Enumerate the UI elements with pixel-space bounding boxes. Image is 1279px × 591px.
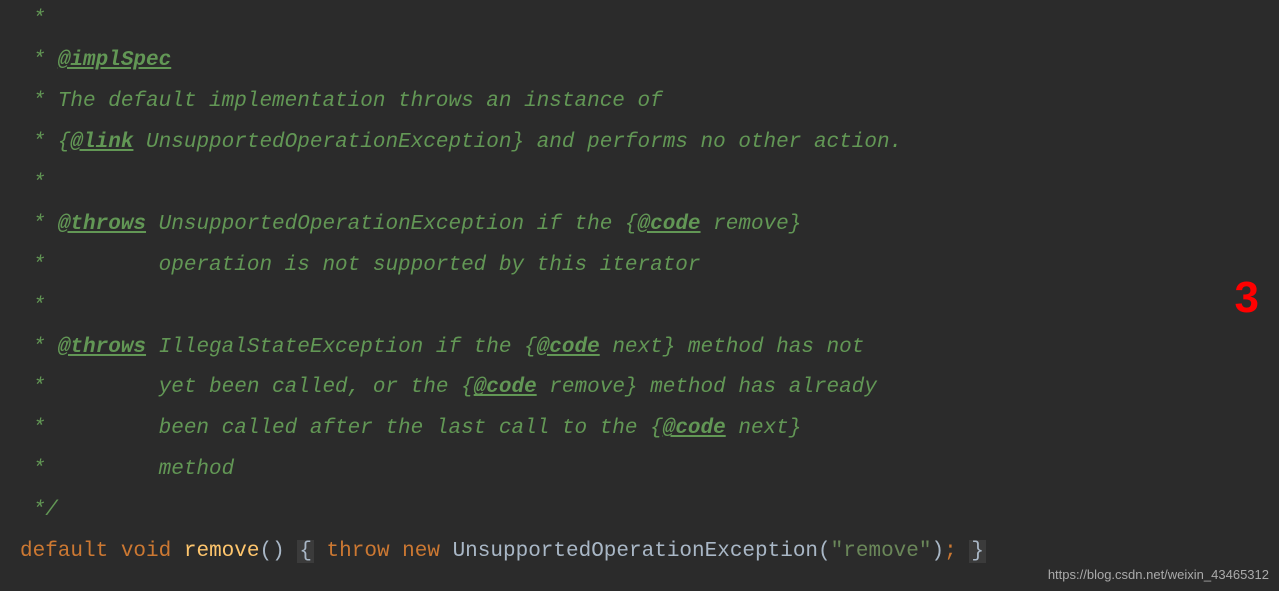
keyword-void: void bbox=[121, 540, 171, 563]
javadoc-line: * @throws UnsupportedOperationException … bbox=[20, 205, 1279, 246]
method-name: remove bbox=[184, 540, 260, 563]
javadoc-line: * operation is not supported by this ite… bbox=[20, 246, 1279, 287]
annotation-number: 3 bbox=[1235, 255, 1259, 341]
class-name: UnsupportedOperationException bbox=[453, 540, 818, 563]
open-paren: ( bbox=[818, 540, 831, 563]
parentheses: () bbox=[259, 540, 284, 563]
javadoc-line: * The default implementation throws an i… bbox=[20, 82, 1279, 123]
close-brace: } bbox=[969, 540, 986, 563]
open-brace: { bbox=[297, 540, 314, 563]
javadoc-line: * yet been called, or the {@code remove}… bbox=[20, 368, 1279, 409]
keyword-new: new bbox=[402, 540, 440, 563]
link-tag: @link bbox=[70, 131, 133, 154]
keyword-throw: throw bbox=[327, 540, 390, 563]
code-editor: * * @implSpec * The default implementati… bbox=[0, 0, 1279, 573]
throws-tag: @throws bbox=[58, 336, 146, 359]
semicolon: ; bbox=[944, 540, 957, 563]
code-tag: @code bbox=[474, 376, 537, 399]
throws-tag: @throws bbox=[58, 213, 146, 236]
javadoc-line: * been called after the last call to the… bbox=[20, 409, 1279, 450]
keyword-default: default bbox=[20, 540, 108, 563]
javadoc-line: * @throws IllegalStateException if the {… bbox=[20, 328, 1279, 369]
code-tag: @code bbox=[537, 336, 600, 359]
javadoc-line: * bbox=[20, 287, 1279, 328]
javadoc-line: * bbox=[20, 164, 1279, 205]
close-paren: ) bbox=[931, 540, 944, 563]
javadoc-end: */ bbox=[20, 491, 1279, 532]
code-tag: @code bbox=[663, 417, 726, 440]
string-literal: "remove" bbox=[831, 540, 932, 563]
javadoc-line: * bbox=[20, 0, 1279, 41]
watermark-url: https://blog.csdn.net/weixin_43465312 bbox=[1048, 562, 1269, 587]
javadoc-line: * @implSpec bbox=[20, 41, 1279, 82]
javadoc-line: * method bbox=[20, 450, 1279, 491]
implspec-tag: @implSpec bbox=[58, 49, 171, 72]
javadoc-line: * {@link UnsupportedOperationException} … bbox=[20, 123, 1279, 164]
code-tag: @code bbox=[638, 213, 701, 236]
